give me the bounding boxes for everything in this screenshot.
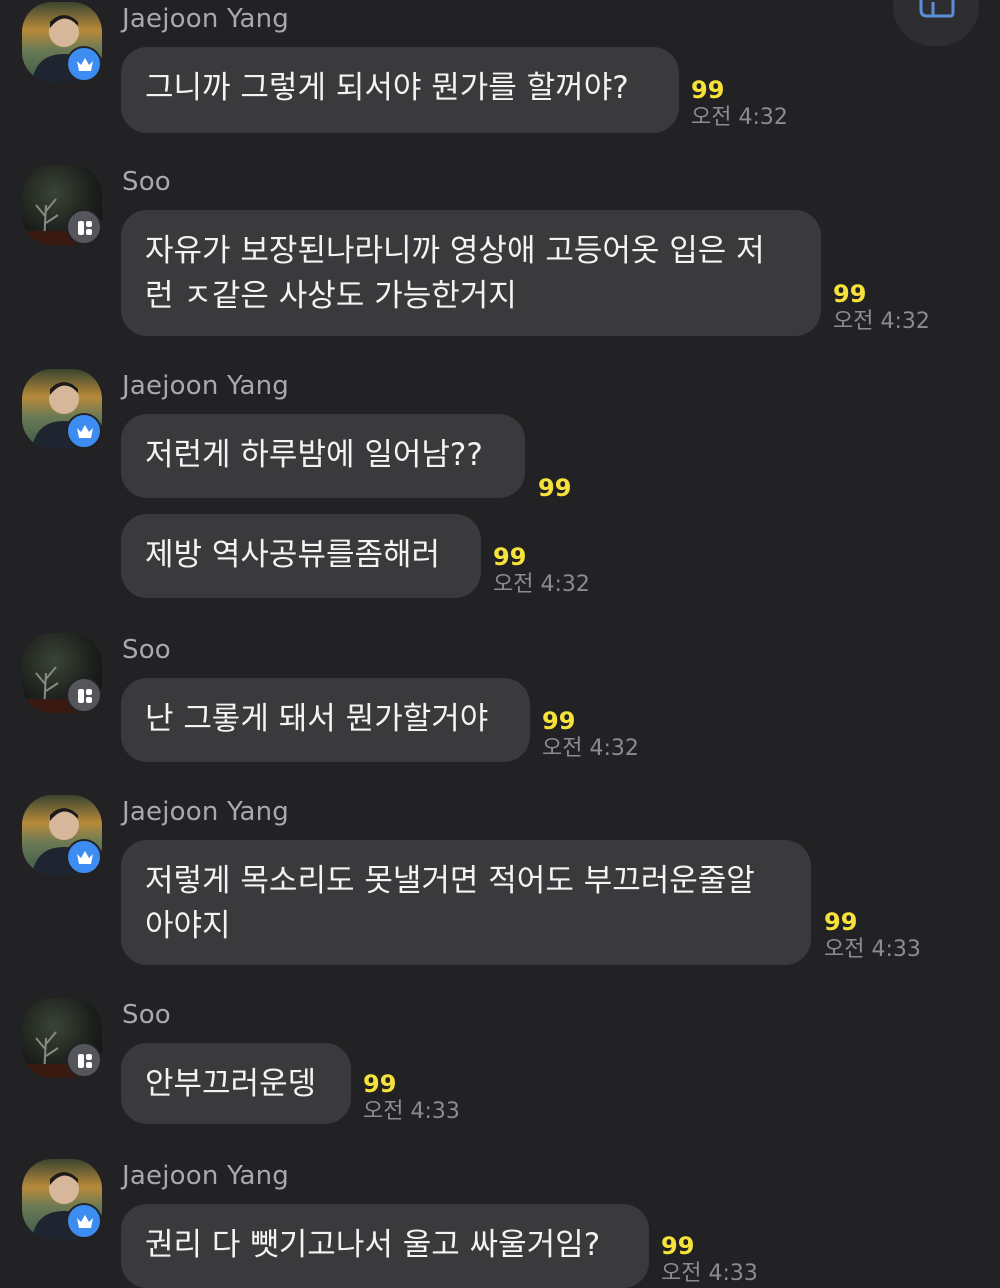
unread-count: 99 [661,1232,695,1260]
message-meta: 99 오전 4:33 [824,908,921,964]
timestamp: 오전 4:33 [661,1261,758,1286]
sender-name: Jaejoon Yang [122,4,289,34]
app-grid-icon [66,209,102,245]
message-meta: 99 오전 4:32 [542,707,639,763]
timestamp: 오전 4:32 [691,105,788,130]
sender-name: Soo [122,1000,171,1030]
sender-name: Jaejoon Yang [122,1161,289,1191]
megaphone-icon [919,0,955,18]
unread-count: 99 [363,1070,397,1098]
message-meta: 99 오전 4:32 [493,543,590,599]
unread-count: 99 [542,707,576,735]
unread-count: 99 [493,543,527,571]
crown-icon [66,839,102,875]
sender-name: Soo [122,635,171,665]
crown-icon [66,46,102,82]
app-grid-icon [66,1042,102,1078]
unread-count: 99 [538,474,572,502]
message-bubble[interactable]: 권리 다 뺏기고나서 울고 싸울거임? [121,1204,649,1288]
unread-count: 99 [833,280,867,308]
message-meta: 99 오전 4:32 [691,76,788,132]
timestamp: 오전 4:32 [493,572,590,597]
crown-icon [66,1203,102,1239]
message-bubble[interactable]: 난 그롷게 돼서 뭔가할거야 [121,678,530,762]
message-meta: 99 오전 4:33 [661,1232,758,1288]
sender-name: Jaejoon Yang [122,797,289,827]
app-grid-icon [66,677,102,713]
unread-count: 99 [824,908,858,936]
sender-name: Jaejoon Yang [122,371,289,401]
timestamp: 오전 4:32 [833,309,930,334]
message-meta: 99 [538,474,571,502]
message-bubble[interactable]: 저렇게 목소리도 못낼거면 적어도 부끄러운줄알 아야지 [121,840,811,965]
message-bubble[interactable]: 그니까 그렇게 되서야 뭔가를 할꺼야? [121,47,679,133]
crown-icon [66,413,102,449]
timestamp: 오전 4:33 [824,937,921,962]
message-bubble[interactable]: 저런게 하루밤에 일어남?? [121,414,525,498]
message-bubble[interactable]: 자유가 보장된나라니까 영상애 고등어옷 입은 저 런 ㅈ같은 사상도 가능한거… [121,210,821,336]
message-meta: 99 오전 4:32 [833,280,930,336]
sender-name: Soo [122,167,171,197]
announcement-button[interactable] [893,0,979,46]
timestamp: 오전 4:32 [542,736,639,761]
message-bubble[interactable]: 제방 역사공뷰를좀해러 [121,514,481,598]
message-meta: 99 오전 4:33 [363,1070,460,1126]
timestamp: 오전 4:33 [363,1099,460,1124]
unread-count: 99 [691,76,725,104]
message-bubble[interactable]: 안부끄러운뎅 [121,1043,351,1124]
